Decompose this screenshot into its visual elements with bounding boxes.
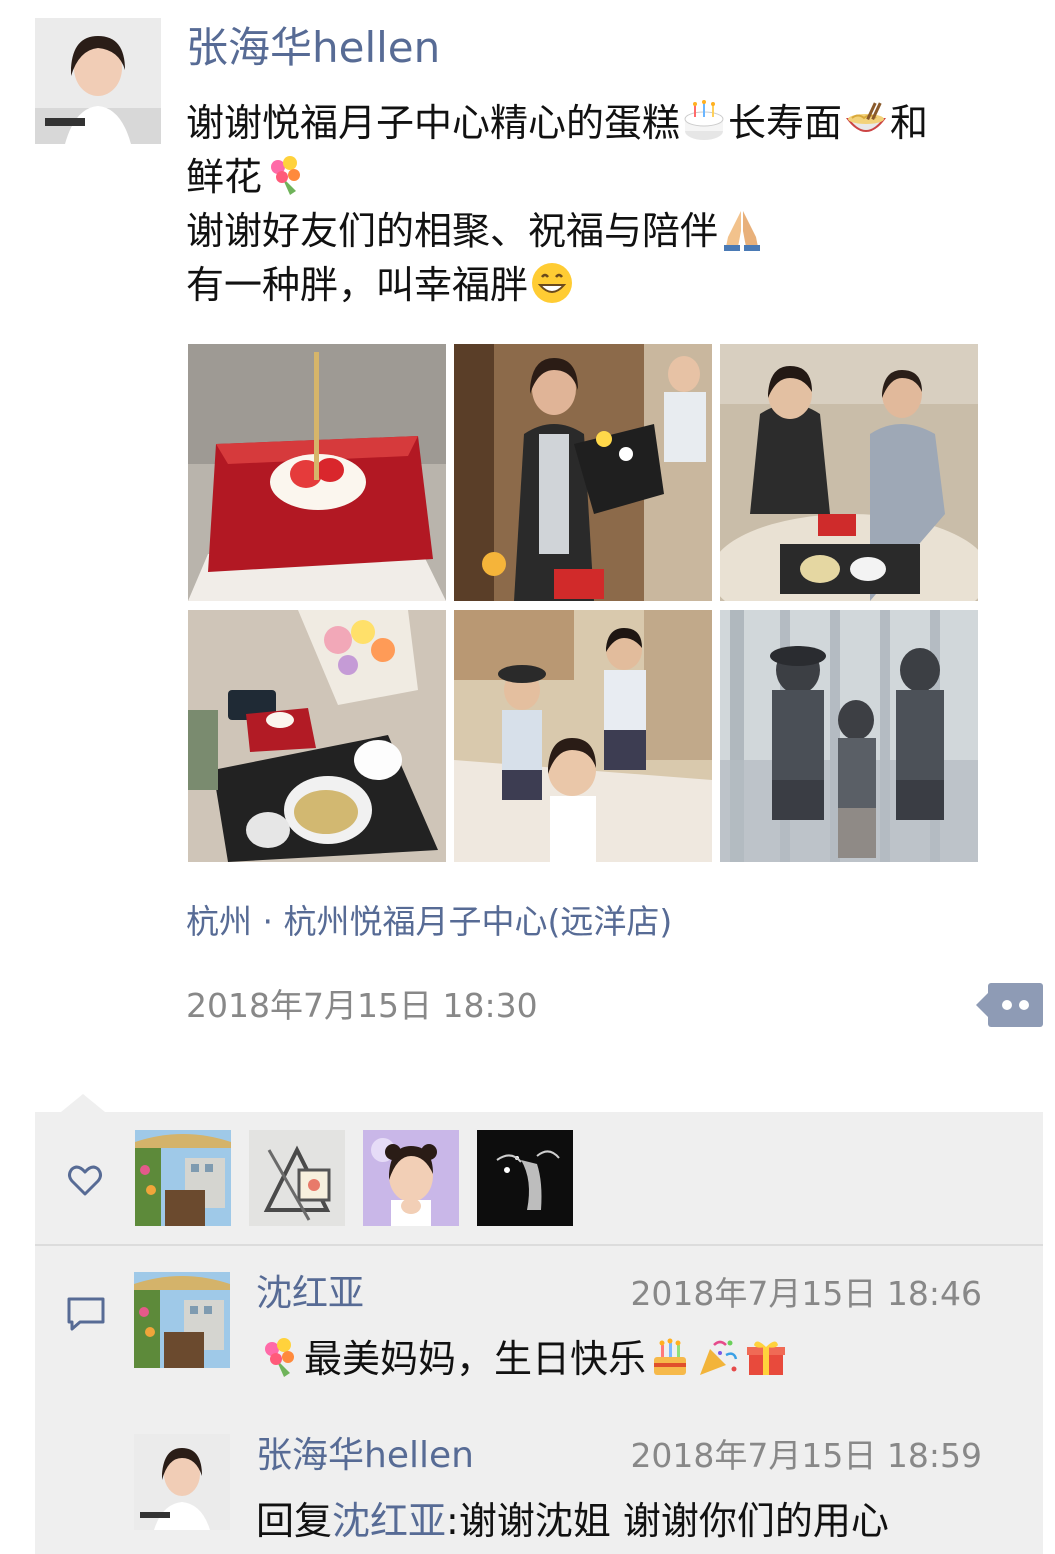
comment-avatar[interactable] (134, 1434, 230, 1530)
more-dots-icon (976, 983, 1043, 1027)
like-avatar-2[interactable] (249, 1130, 345, 1226)
more-actions-button[interactable] (976, 983, 1043, 1027)
post-line-1-part-b: 长寿面 (728, 101, 843, 145)
post-photo-4[interactable] (188, 610, 446, 862)
poster-avatar[interactable] (35, 18, 161, 144)
comment-text-body: 最美妈妈，生日快乐 (304, 1337, 647, 1381)
post-timestamp: 2018年7月15日 18:30 (186, 986, 538, 1025)
post-line-2-part-a: 鲜花 (186, 155, 263, 199)
post-line-1-part-a: 谢谢悦福月子中心精心的蛋糕 (186, 101, 681, 145)
post-photo-2[interactable] (454, 344, 712, 601)
post-line-3: 谢谢好友们的相聚、祝福与陪伴 (186, 204, 1026, 258)
comment-time: 2018年7月15日 18:46 (630, 1274, 982, 1313)
post-line-4-part-a: 有一种胖，叫幸福胖 (186, 263, 529, 307)
post-line-1-part-c: 和 (890, 101, 929, 145)
post-photo-3[interactable] (720, 344, 978, 601)
post-line-3-part-a: 谢谢好友们的相聚、祝福与陪伴 (186, 209, 719, 253)
gift-emoji-icon (747, 1341, 786, 1375)
post-location[interactable]: 杭州 · 杭州悦福月子中心(远洋店) (186, 896, 672, 948)
comment-time: 2018年7月15日 18:59 (630, 1436, 982, 1475)
comment-text: 最美妈妈，生日快乐 (256, 1334, 790, 1384)
folded-hands-emoji-icon (724, 211, 761, 251)
heart-outline-icon (68, 1165, 102, 1196)
comment-avatar[interactable] (134, 1272, 230, 1368)
like-avatar-1[interactable] (135, 1130, 231, 1226)
comment-author[interactable]: 张海华hellen (256, 1434, 474, 1478)
grinning-face-emoji-icon (532, 263, 573, 303)
poster-name[interactable]: 张海华hellen (186, 20, 440, 76)
interaction-caret (61, 1094, 105, 1112)
likes-comments-divider (35, 1244, 1043, 1246)
reply-target-name[interactable]: 沈红亚 (332, 1499, 446, 1543)
post-photo-6[interactable] (720, 610, 978, 862)
noodle-bowl-emoji-icon (846, 102, 887, 132)
birthday-cake-emoji-icon (684, 100, 724, 140)
comment-bubble-icon (67, 1297, 105, 1331)
photo-grid (188, 344, 978, 862)
like-avatar-3[interactable] (363, 1130, 459, 1226)
comment-text: 回复沈红亚:谢谢沈姐 谢谢你们的用心 (256, 1496, 889, 1546)
comment-author[interactable]: 沈红亚 (256, 1272, 364, 1316)
post-photo-1[interactable] (188, 344, 446, 601)
bouquet-emoji-icon (271, 156, 301, 195)
post-line-1: 谢谢悦福月子中心精心的蛋糕 长寿面 和 (186, 96, 1026, 150)
likes-row (35, 1112, 1043, 1244)
post-line-2: 鲜花 (186, 150, 1026, 204)
reply-prefix: 回复 (256, 1499, 333, 1543)
like-avatar-4[interactable] (477, 1130, 573, 1226)
post-photo-5[interactable] (454, 610, 712, 862)
comment-text-body: :谢谢沈姐 谢谢你们的用心 (446, 1499, 889, 1543)
comment-item[interactable]: 张海华hellen 2018年7月15日 18:59 回复沈红亚:谢谢沈姐 谢谢… (134, 1434, 994, 1554)
post-line-4: 有一种胖，叫幸福胖 (186, 258, 1026, 312)
bouquet-emoji-icon (265, 1338, 294, 1377)
post-text: 谢谢悦福月子中心精心的蛋糕 长寿面 和 鲜花 谢谢好友们的相聚、祝福与陪伴 有一… (186, 96, 1026, 312)
party-popper-emoji-icon (700, 1340, 738, 1375)
comment-item[interactable]: 沈红亚 2018年7月15日 18:46 最美妈妈，生日快乐 (134, 1272, 994, 1392)
birthday-cake-emoji-icon (654, 1338, 687, 1375)
